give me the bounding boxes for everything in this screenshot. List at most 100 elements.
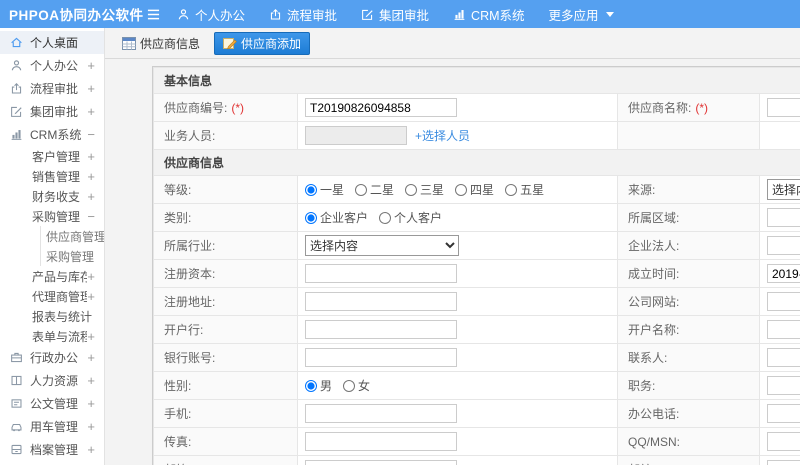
text-input[interactable] — [305, 264, 457, 283]
radio-option-label: 四星 — [470, 183, 495, 197]
radio-option[interactable]: 男 — [305, 377, 332, 394]
radio-option[interactable]: 五星 — [505, 181, 544, 198]
sidebar-item[interactable]: 公文管理 + — [0, 392, 104, 415]
sidebar-item[interactable]: 集团审批 + — [0, 100, 104, 123]
text-input[interactable] — [767, 98, 800, 117]
expand-icon[interactable]: + — [87, 374, 104, 387]
nav-item[interactable]: 更多应用 — [549, 0, 614, 28]
sidebar-item[interactable]: 采购管理 − — [0, 206, 104, 226]
sidebar-item[interactable]: 表单与流程设置+ — [0, 326, 104, 346]
radio-button[interactable] — [305, 379, 317, 392]
form-field-cell: 选择内容 — [297, 231, 618, 260]
radio-option[interactable]: 二星 — [355, 181, 394, 198]
tab-active[interactable]: 供应商添加 — [214, 31, 311, 55]
expand-icon[interactable]: + — [87, 330, 104, 343]
text-input[interactable] — [767, 236, 800, 255]
expand-icon[interactable]: + — [87, 82, 104, 95]
tab-label: 供应商信息 — [140, 36, 201, 51]
select-input[interactable]: 选择内容 — [767, 179, 800, 200]
text-input[interactable] — [767, 460, 800, 465]
sidebar-item[interactable]: 报表与统计 — [0, 306, 104, 326]
sidebar-item[interactable]: CRM系统 − — [0, 123, 104, 146]
radio-option[interactable]: 一星 — [305, 181, 344, 198]
tab-inactive[interactable]: 供应商信息 — [117, 32, 205, 55]
sidebar-item[interactable]: 行政办公 + — [0, 346, 104, 369]
expand-icon[interactable]: + — [87, 270, 104, 283]
sidebar-item[interactable]: 人力资源 + — [0, 369, 104, 392]
text-input[interactable] — [305, 98, 457, 117]
expand-icon[interactable]: + — [87, 190, 104, 203]
nav-item[interactable]: 流程审批 — [269, 0, 337, 28]
form-field-cell — [297, 427, 618, 456]
text-input[interactable] — [305, 126, 407, 145]
sidebar-item[interactable]: 采购管理 — [0, 246, 104, 266]
field-label-text: 手机: — [164, 407, 192, 421]
text-input[interactable] — [767, 432, 800, 451]
expand-icon[interactable]: + — [87, 397, 104, 410]
expand-icon[interactable]: + — [87, 59, 104, 72]
nav-item[interactable]: 个人办公 — [177, 0, 245, 28]
text-input[interactable] — [305, 320, 457, 339]
radio-button[interactable] — [379, 211, 392, 224]
collapse-icon[interactable]: − — [87, 128, 104, 141]
sidebar-item[interactable]: 流程审批 + — [0, 77, 104, 100]
select-input[interactable]: 选择内容 — [305, 235, 459, 256]
sidebar-item[interactable]: 档案管理 + — [0, 438, 104, 461]
nav-item[interactable]: CRM系统 — [453, 0, 525, 28]
radio-option[interactable]: 三星 — [405, 181, 444, 198]
text-input[interactable] — [767, 320, 800, 339]
text-input[interactable] — [767, 292, 800, 311]
expand-icon[interactable]: + — [87, 150, 104, 163]
radio-button[interactable] — [405, 183, 418, 196]
form-label: 联系人: — [617, 343, 760, 372]
radio-button[interactable] — [305, 211, 317, 224]
hamburger-menu-icon[interactable] — [146, 8, 161, 21]
radio-button[interactable] — [305, 183, 317, 196]
text-input[interactable] — [767, 348, 800, 367]
radio-option[interactable]: 女 — [343, 377, 370, 394]
radio-button[interactable] — [505, 183, 518, 196]
text-input[interactable] — [305, 460, 457, 465]
text-input[interactable] — [305, 292, 457, 311]
nav-item[interactable]: 集团审批 — [361, 0, 429, 28]
text-input[interactable] — [767, 208, 800, 227]
text-input[interactable] — [767, 264, 800, 283]
sidebar-item[interactable]: 代理商管理 + — [0, 286, 104, 306]
field-label-text: 等级: — [164, 183, 192, 197]
briefcase-icon — [9, 351, 24, 364]
sidebar-item[interactable]: 产品与库存 + — [0, 266, 104, 286]
expand-icon[interactable]: + — [87, 443, 104, 456]
text-input[interactable] — [767, 404, 800, 423]
radio-option[interactable]: 企业客户 — [305, 209, 368, 226]
sidebar-item[interactable]: 财务收支 + — [0, 186, 104, 206]
expand-icon[interactable]: + — [87, 351, 104, 364]
field-label-text: 银行账号: — [164, 351, 216, 365]
radio-option[interactable]: 四星 — [455, 181, 494, 198]
form-label: 开户行: — [153, 315, 298, 344]
radio-button[interactable] — [343, 379, 356, 392]
text-input[interactable] — [305, 348, 457, 367]
text-input[interactable] — [305, 432, 457, 451]
form-field-cell — [759, 427, 800, 456]
expand-icon[interactable]: + — [87, 290, 104, 303]
text-input[interactable] — [767, 376, 800, 395]
collapse-icon[interactable]: − — [87, 210, 104, 223]
expand-icon[interactable]: + — [87, 170, 104, 183]
expand-icon[interactable]: + — [87, 105, 104, 118]
sidebar-item[interactable]: 客户管理 + — [0, 146, 104, 166]
tab-bar: 供应商信息 供应商添加 — [105, 28, 800, 59]
app-logo: PHPOA协同办公软件 — [9, 8, 144, 23]
main-layout: 个人桌面 个人办公 + 流程审批 + 集团审批 + CRM系统 − 客户管理 + 销售管理 + 财务收支 +… — [0, 28, 800, 465]
radio-button[interactable] — [355, 183, 368, 196]
sidebar-item[interactable]: 销售管理 + — [0, 166, 104, 186]
sidebar-item[interactable]: 用车管理 + — [0, 415, 104, 438]
radio-button[interactable] — [455, 183, 468, 196]
select-person-link[interactable]: +选择人员 — [415, 129, 470, 143]
user-icon — [9, 59, 24, 72]
sidebar-item[interactable]: 供应商管理 — [0, 226, 104, 246]
expand-icon[interactable]: + — [87, 420, 104, 433]
text-input[interactable] — [305, 404, 457, 423]
sidebar-item[interactable]: 个人办公 + — [0, 54, 104, 77]
sidebar-item[interactable]: 个人桌面 — [0, 31, 104, 54]
radio-option[interactable]: 个人客户 — [379, 209, 442, 226]
